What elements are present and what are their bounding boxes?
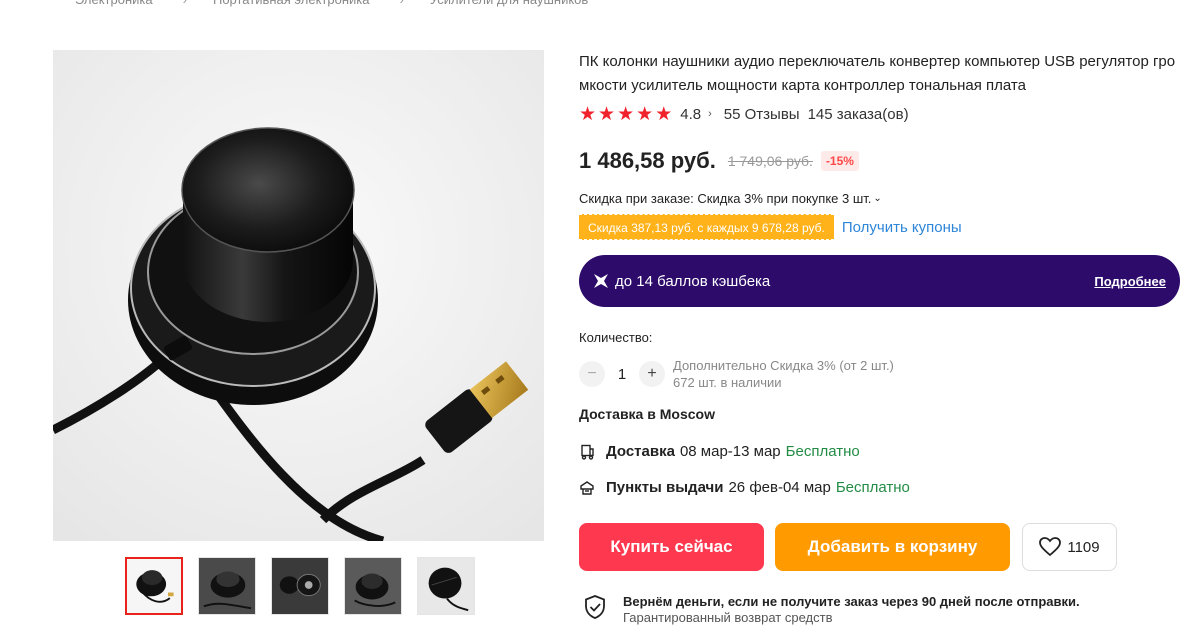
product-title: ПК колонки наушники аудио переключатель … [579,53,1176,94]
quantity-label: Количество: [579,330,653,345]
wishlist-count: 1109 [1067,538,1100,556]
pickup-label: Пункты выдачи [606,479,724,496]
wishlist-button[interactable]: 1109 [1022,523,1117,571]
order-discount[interactable]: Скидка при заказе: Скидка 3% при покупке… [579,191,882,206]
cashback-banner[interactable]: до 14 баллов кэшбека Подробнее [579,255,1180,307]
star-icon: ★ [655,103,673,125]
star-icon: ★ [579,103,597,125]
cashback-icon [593,273,609,289]
add-to-cart-button[interactable]: Добавить в корзину [775,523,1010,571]
thumbnail-5[interactable] [417,557,475,615]
volume-knob-image [53,50,544,541]
courier-delivery-row: Доставка 08 мар-13 мар Бесплатно [579,443,860,460]
courier-label: Доставка [606,443,675,460]
pickup-point-icon [579,480,595,496]
pickup-dates: 26 фев-04 мар [728,479,831,496]
breadcrumb-item[interactable]: Электроника [75,0,153,8]
courier-price: Бесплатно [785,443,860,460]
cashback-text: до 14 баллов кэшбека [615,272,771,290]
star-icon: ★ [617,103,635,125]
rating-row: ★ ★ ★ ★ ★ 4.8 › 55 Отзывы 145 заказа(ов) [579,103,909,125]
thumbnail-4[interactable] [344,557,402,615]
thumbnail-1[interactable] [125,557,183,615]
thumbnail-strip [125,557,475,615]
thumbnail-3[interactable] [271,557,329,615]
guarantee-title: Вернём деньги, если не получите заказ че… [623,594,1080,609]
breadcrumb: Электроника › Портативная электроника › … [75,0,588,8]
discount-badge: -15% [820,151,859,171]
orders-count: 145 заказа(ов) [807,105,909,123]
quantity-stepper: − 1 + Дополнительно Скидка 3% (от 2 шт.)… [579,357,894,391]
chevron-right-icon: › [399,0,403,8]
order-discount-text: Скидка при заказе: Скидка 3% при покупке… [579,191,872,206]
reviews-link[interactable]: 55 Отзывы [724,106,800,123]
quantity-plus-button[interactable]: + [639,361,665,387]
rating-value: 4.8 [680,105,702,123]
chevron-right-icon: › [183,0,187,8]
pickup-delivery-row: Пункты выдачи 26 фев-04 мар Бесплатно [579,479,910,496]
pickup-price: Бесплатно [835,479,910,496]
current-price: 1 486,58 руб. [579,148,716,173]
thumbnail-2[interactable] [198,557,256,615]
guarantee-text: Вернём деньги, если не получите заказ че… [623,594,1080,626]
quantity-minus-button[interactable]: − [579,361,605,387]
stock-text: 672 шт. в наличии [673,375,782,390]
heart-icon [1039,537,1062,557]
rating-stars: ★ ★ ★ ★ ★ [579,105,672,124]
old-price: 1 749,06 руб. [727,153,813,169]
delivery-heading[interactable]: Доставка в Moscow [579,406,715,422]
quantity-value[interactable]: 1 [605,366,639,383]
product-main-image[interactable] [53,50,544,541]
delivery-truck-icon [579,444,595,460]
money-back-guarantee: Вернём деньги, если не получите заказ че… [582,594,1080,626]
buy-now-button[interactable]: Купить сейчас [579,523,764,571]
quantity-info: Дополнительно Скидка 3% (от 2 шт.) 672 ш… [673,357,894,391]
get-coupons-link[interactable]: Получить купоны [842,219,962,236]
breadcrumb-item[interactable]: Усилители для наушников [430,0,589,8]
courier-dates: 08 мар-13 мар [679,443,781,460]
guarantee-subtitle: Гарантированный возврат средств [623,610,833,625]
price-row: 1 486,58 руб. 1 749,06 руб. -15% [579,148,859,174]
star-icon: ★ [598,103,616,125]
star-icon: ★ [636,103,654,125]
chevron-down-icon[interactable]: ⌄ [873,193,881,204]
breadcrumb-item[interactable]: Портативная электроника [213,0,370,8]
shield-check-icon [582,594,608,620]
chevron-right-icon[interactable]: › [708,108,712,120]
extra-discount-text: Дополнительно Скидка 3% (от 2 шт.) [673,358,894,373]
coupon-row: Скидка 387,13 руб. с каждых 9 678,28 руб… [579,214,962,240]
cashback-more-link[interactable]: Подробнее [1094,274,1166,289]
coupon-badge: Скидка 387,13 руб. с каждых 9 678,28 руб… [579,214,834,240]
